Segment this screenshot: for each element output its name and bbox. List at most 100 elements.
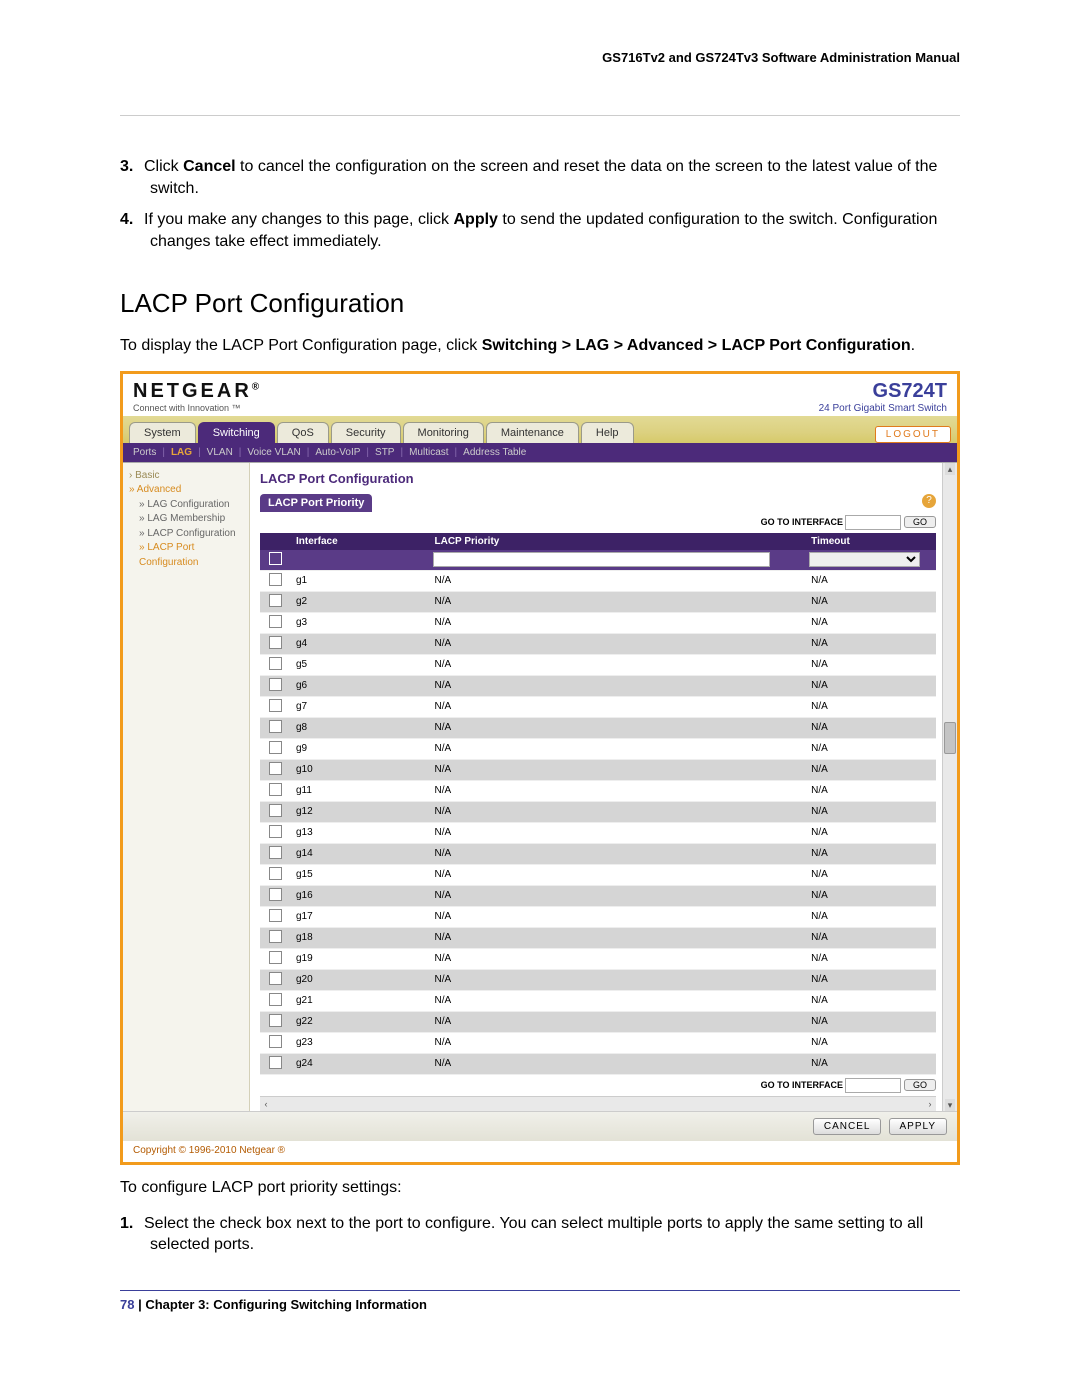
cell: g10 <box>290 759 429 780</box>
scroll-right-icon[interactable]: › <box>924 1097 936 1111</box>
row-checkbox[interactable] <box>269 699 282 712</box>
row-checkbox[interactable] <box>269 720 282 733</box>
row-checkbox[interactable] <box>269 636 282 649</box>
cell: N/A <box>805 1011 936 1032</box>
cell: N/A <box>805 843 936 864</box>
cell: g16 <box>290 885 429 906</box>
row-checkbox[interactable] <box>269 909 282 922</box>
scroll-thumb[interactable] <box>944 722 956 754</box>
goto-input-top[interactable] <box>845 515 901 530</box>
sidenav-item[interactable]: » LACP Port Configuration <box>129 541 249 570</box>
subnav-vlan[interactable]: VLAN <box>207 447 233 458</box>
row-checkbox[interactable] <box>269 867 282 880</box>
screenshot-frame: NETGEAR® Connect with Innovation ™ GS724… <box>120 371 960 1165</box>
scroll-up-icon[interactable]: ▴ <box>945 463 955 475</box>
scroll-left-icon[interactable]: ‹ <box>260 1097 272 1111</box>
filter-row <box>260 550 936 571</box>
row-checkbox[interactable] <box>269 594 282 607</box>
tab-qos[interactable]: QoS <box>277 422 329 443</box>
row-checkbox[interactable] <box>269 762 282 775</box>
lacp-port-table: InterfaceLACP PriorityTimeout g1N/AN/Ag2… <box>260 533 936 1075</box>
sub-nav: Ports|LAG|VLAN|Voice VLAN|Auto-VoIP|STP|… <box>123 443 957 462</box>
cell: g6 <box>290 675 429 696</box>
row-checkbox[interactable] <box>269 783 282 796</box>
tab-help[interactable]: Help <box>581 422 634 443</box>
cell: N/A <box>805 654 936 675</box>
horizontal-scrollbar[interactable]: ‹ › <box>260 1096 936 1111</box>
apply-button[interactable]: APPLY <box>889 1118 948 1135</box>
cell: N/A <box>429 822 806 843</box>
logout-button[interactable]: LOGOUT <box>875 426 951 443</box>
cell: N/A <box>805 1053 936 1074</box>
cell: N/A <box>805 801 936 822</box>
subnav-voice-vlan[interactable]: Voice VLAN <box>247 447 300 458</box>
row-checkbox[interactable] <box>269 888 282 901</box>
row-checkbox[interactable] <box>269 741 282 754</box>
cell: N/A <box>429 927 806 948</box>
row-checkbox[interactable] <box>269 1056 282 1069</box>
tab-switching[interactable]: Switching <box>198 422 275 443</box>
subnav-stp[interactable]: STP <box>375 447 394 458</box>
go-button-bottom[interactable]: GO <box>904 1079 936 1091</box>
row-checkbox[interactable] <box>269 1014 282 1027</box>
cell: N/A <box>429 738 806 759</box>
copyright: Copyright © 1996-2010 Netgear ® <box>123 1141 957 1162</box>
cell: N/A <box>805 675 936 696</box>
row-checkbox[interactable] <box>269 573 282 586</box>
table-row: g18N/AN/A <box>260 927 936 948</box>
sidenav-item[interactable]: » Advanced <box>129 483 249 498</box>
row-checkbox[interactable] <box>269 615 282 628</box>
subnav-address-table[interactable]: Address Table <box>463 447 526 458</box>
col-header: Interface <box>290 533 429 550</box>
sidenav-item[interactable]: » LAG Configuration <box>129 498 249 513</box>
filter-timeout-select[interactable] <box>809 552 920 567</box>
cell: N/A <box>805 780 936 801</box>
cell: N/A <box>805 612 936 633</box>
cancel-button[interactable]: CANCEL <box>813 1118 882 1135</box>
go-button-top[interactable]: GO <box>904 516 936 528</box>
cell: g15 <box>290 864 429 885</box>
goto-input-bottom[interactable] <box>845 1078 901 1093</box>
cell: N/A <box>805 927 936 948</box>
help-icon[interactable]: ? <box>922 494 936 508</box>
table-row: g16N/AN/A <box>260 885 936 906</box>
panel-subtitle: LACP Port Priority <box>260 494 372 512</box>
row-checkbox[interactable] <box>269 993 282 1006</box>
vertical-scrollbar[interactable]: ▴ ▾ <box>942 463 957 1111</box>
table-row: g24N/AN/A <box>260 1053 936 1074</box>
row-checkbox[interactable] <box>269 1035 282 1048</box>
cell: N/A <box>429 1032 806 1053</box>
scroll-down-icon[interactable]: ▾ <box>945 1099 955 1111</box>
cell: N/A <box>429 633 806 654</box>
row-checkbox[interactable] <box>269 678 282 691</box>
tab-maintenance[interactable]: Maintenance <box>486 422 579 443</box>
sidenav-item[interactable]: » LAG Membership <box>129 512 249 527</box>
select-all-checkbox[interactable] <box>269 552 282 565</box>
subnav-ports[interactable]: Ports <box>133 447 156 458</box>
filter-priority-input[interactable] <box>433 552 771 567</box>
table-row: g22N/AN/A <box>260 1011 936 1032</box>
row-checkbox[interactable] <box>269 804 282 817</box>
tab-security[interactable]: Security <box>331 422 401 443</box>
row-checkbox[interactable] <box>269 657 282 670</box>
cell: N/A <box>805 885 936 906</box>
cell: N/A <box>429 1053 806 1074</box>
doc-step: 4.If you make any changes to this page, … <box>120 209 960 252</box>
row-checkbox[interactable] <box>269 972 282 985</box>
sidenav-item[interactable]: » LACP Configuration <box>129 527 249 542</box>
tab-system[interactable]: System <box>129 422 196 443</box>
cell: g3 <box>290 612 429 633</box>
row-checkbox[interactable] <box>269 846 282 859</box>
tab-monitoring[interactable]: Monitoring <box>403 422 484 443</box>
cell: N/A <box>805 570 936 591</box>
cell: g23 <box>290 1032 429 1053</box>
cell: N/A <box>429 780 806 801</box>
subnav-lag[interactable]: LAG <box>171 447 192 458</box>
subnav-auto-voip[interactable]: Auto-VoIP <box>315 447 360 458</box>
row-checkbox[interactable] <box>269 951 282 964</box>
row-checkbox[interactable] <box>269 930 282 943</box>
sidenav-item[interactable]: › Basic <box>129 469 249 484</box>
subnav-multicast[interactable]: Multicast <box>409 447 448 458</box>
row-checkbox[interactable] <box>269 825 282 838</box>
cell: g18 <box>290 927 429 948</box>
